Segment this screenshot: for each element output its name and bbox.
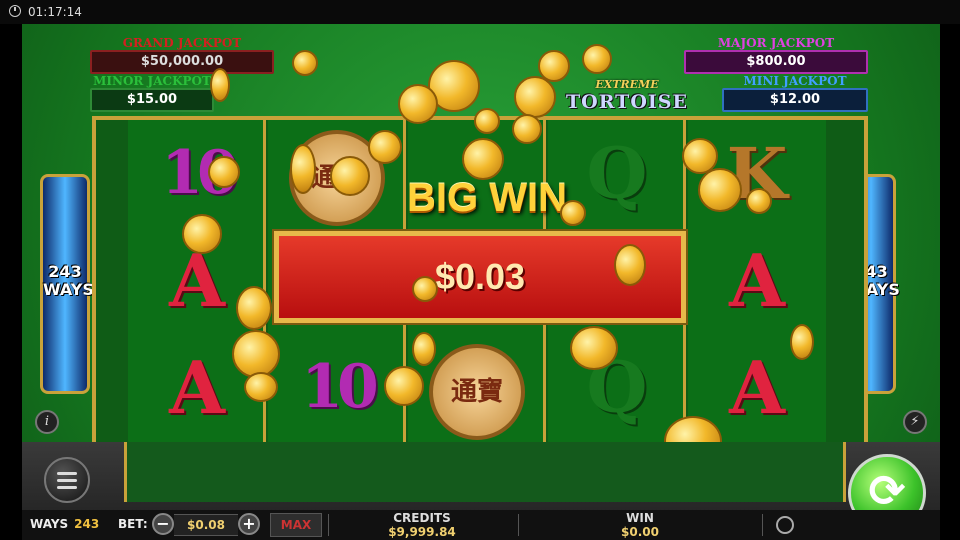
gold-coin [412, 332, 436, 366]
gold-coin [244, 372, 278, 402]
mini-jackpot-label: MINI JACKPOT [743, 74, 847, 88]
game-logo: EXTREME TORTOISE [562, 78, 692, 118]
gold-coin [232, 330, 280, 378]
logo-line2: TORTOISE [566, 91, 688, 113]
minor-jackpot-value: $15.00 [90, 88, 214, 112]
gold-coin [560, 200, 586, 226]
gold-coin [474, 108, 500, 134]
history-icon[interactable] [776, 516, 794, 534]
gold-coin [698, 168, 742, 212]
turbo-button[interactable]: ⚡ [903, 410, 927, 434]
gold-coin [570, 326, 618, 370]
status-time: 01:17:14 [28, 5, 82, 19]
ways-badge-left-number: 243 [48, 262, 82, 281]
gold-coin [582, 44, 612, 74]
info-button[interactable]: i [35, 410, 59, 434]
grand-jackpot-label: GRAND JACKPOT [122, 36, 242, 50]
major-jackpot: MAJOR JACKPOT $800.00 [684, 36, 868, 74]
minor-jackpot-label: MINOR JACKPOT [93, 74, 211, 88]
max-bet-button[interactable]: MAX [270, 513, 322, 537]
ways-label: WAYS [30, 517, 69, 531]
win-label: WIN [626, 511, 654, 525]
ways-display: WAYS 243 [30, 517, 99, 531]
major-jackpot-value: $800.00 [684, 50, 868, 74]
credits-label: CREDITS [393, 511, 451, 525]
bet-decrease-button[interactable]: − [152, 513, 174, 535]
grand-jackpot-value: $50,000.00 [90, 50, 274, 74]
gold-coin [208, 156, 240, 188]
ways-badge-left-word: WAYS [43, 280, 94, 299]
gold-coin [538, 50, 570, 82]
menu-button[interactable] [44, 457, 90, 503]
gold-coin [292, 50, 318, 76]
ways-badge-left: 243 WAYS [40, 174, 94, 394]
gold-coin [790, 324, 814, 360]
gold-coin [236, 286, 272, 330]
gold-coin [330, 156, 370, 196]
gold-coin [412, 276, 438, 302]
gold-coin [210, 68, 230, 102]
win-value: $0.00 [621, 525, 659, 539]
ways-value: 243 [74, 517, 100, 531]
gold-coin [514, 76, 556, 118]
gold-coin [290, 144, 316, 194]
gold-coin [462, 138, 504, 180]
major-jackpot-label: MAJOR JACKPOT [717, 36, 835, 50]
credits-display: CREDITS $9,999.84 [362, 511, 482, 539]
gold-coin [368, 130, 402, 164]
bet-value: $0.08 [174, 514, 238, 536]
credits-value: $9,999.84 [388, 525, 456, 539]
minor-jackpot: MINOR JACKPOT $15.00 [90, 74, 214, 112]
gold-coin [182, 214, 222, 254]
gold-coin [398, 84, 438, 124]
reel-symbol: A [729, 238, 785, 323]
coin-symbol-text: 通寶 [429, 344, 525, 440]
gold-coin [746, 188, 772, 214]
status-bar: 01:17:14 [0, 0, 960, 24]
clock-icon [9, 5, 21, 17]
gold-coin [614, 244, 646, 286]
bet-label: BET: [118, 517, 148, 531]
grand-jackpot: GRAND JACKPOT $50,000.00 [90, 36, 274, 74]
gold-coin [384, 366, 424, 406]
logo-line1: EXTREME [595, 78, 659, 91]
reel-symbol: 10 [161, 138, 239, 208]
gold-coin [512, 114, 542, 144]
control-bar: WAYS 243 BET: − $0.08 + MAX CREDITS $9,99… [22, 510, 940, 540]
mini-jackpot: MINI JACKPOT $12.00 [722, 74, 868, 112]
win-display: WIN $0.00 [580, 511, 700, 539]
slot-game: GRAND JACKPOT $50,000.00 MINOR JACKPOT $… [22, 24, 940, 540]
bet-increase-button[interactable]: + [238, 513, 260, 535]
mini-jackpot-value: $12.00 [722, 88, 868, 112]
